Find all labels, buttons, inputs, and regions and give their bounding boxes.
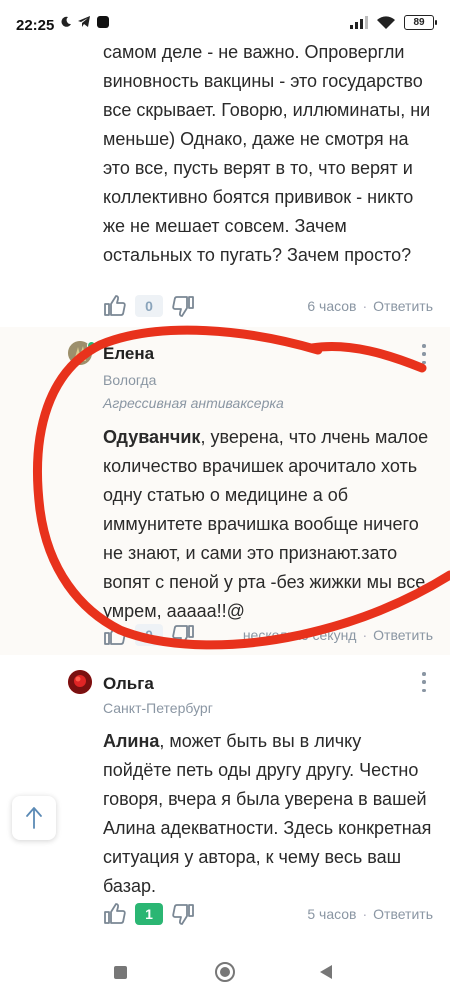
comment-time: 5 часов [307,906,357,922]
thumbs-down-icon[interactable] [171,294,195,318]
comment-time: 6 часов [307,298,357,314]
thumbs-up-icon[interactable] [103,902,127,926]
system-nav-bar [0,945,450,1000]
separator-dot: · [362,627,368,643]
home-button[interactable] [215,962,235,982]
separator-dot: · [362,906,368,922]
back-button[interactable] [320,965,332,979]
comment-text: Одуванчик, уверена, что лчень малое коли… [103,427,429,621]
more-vert-icon[interactable] [420,344,428,364]
status-time: 22:25 [16,17,55,34]
reply-button[interactable]: Ответить [373,298,433,314]
comment-actions: 1 5 часов · Ответить [103,900,433,928]
comment-text: Алина, может быть вы в личку пойдёте пет… [103,731,432,896]
author-city: Вологда [103,372,157,388]
thumbs-up-icon[interactable] [103,294,127,318]
comment-author[interactable]: Ольга [103,674,154,694]
reply-button[interactable]: Ответить [373,906,433,922]
wifi-icon [377,16,395,29]
online-indicator [87,341,96,350]
separator-dot: · [362,298,368,314]
more-vert-icon[interactable] [420,672,428,692]
scroll-to-top-button[interactable] [12,796,56,840]
like-count: 0 [135,295,163,317]
comment-time: несколько секунд [242,627,357,643]
thumbs-up-icon[interactable] [103,623,127,647]
like-count: 0 [135,624,163,646]
app-notification-icon [97,16,109,28]
signal-icon [350,16,368,29]
comment-author[interactable]: Елена [103,344,154,364]
arrow-up-icon [26,807,42,829]
thumbs-down-icon[interactable] [171,623,195,647]
comment-text: самом деле - не важно. Опровергли виновн… [103,42,431,265]
mention-link[interactable]: Одуванчик [103,427,200,447]
author-city: Санкт-Петербург [103,700,213,716]
reply-button[interactable]: Ответить [373,627,433,643]
moon-icon [61,16,71,27]
comment-actions: 0 6 часов · Ответить [103,292,433,320]
author-badge: Агрессивная антиваксерка [103,395,284,411]
battery-indicator: 89 [404,15,437,30]
recent-apps-button[interactable] [114,966,127,979]
like-count: 1 [135,903,163,925]
thumbs-down-icon[interactable] [171,902,195,926]
comment-actions: 0 несколько секунд · Ответить [103,621,433,649]
telegram-icon [78,16,90,27]
avatar-image [68,670,92,694]
mention-link[interactable]: Алина [103,731,159,751]
avatar[interactable] [68,670,92,694]
